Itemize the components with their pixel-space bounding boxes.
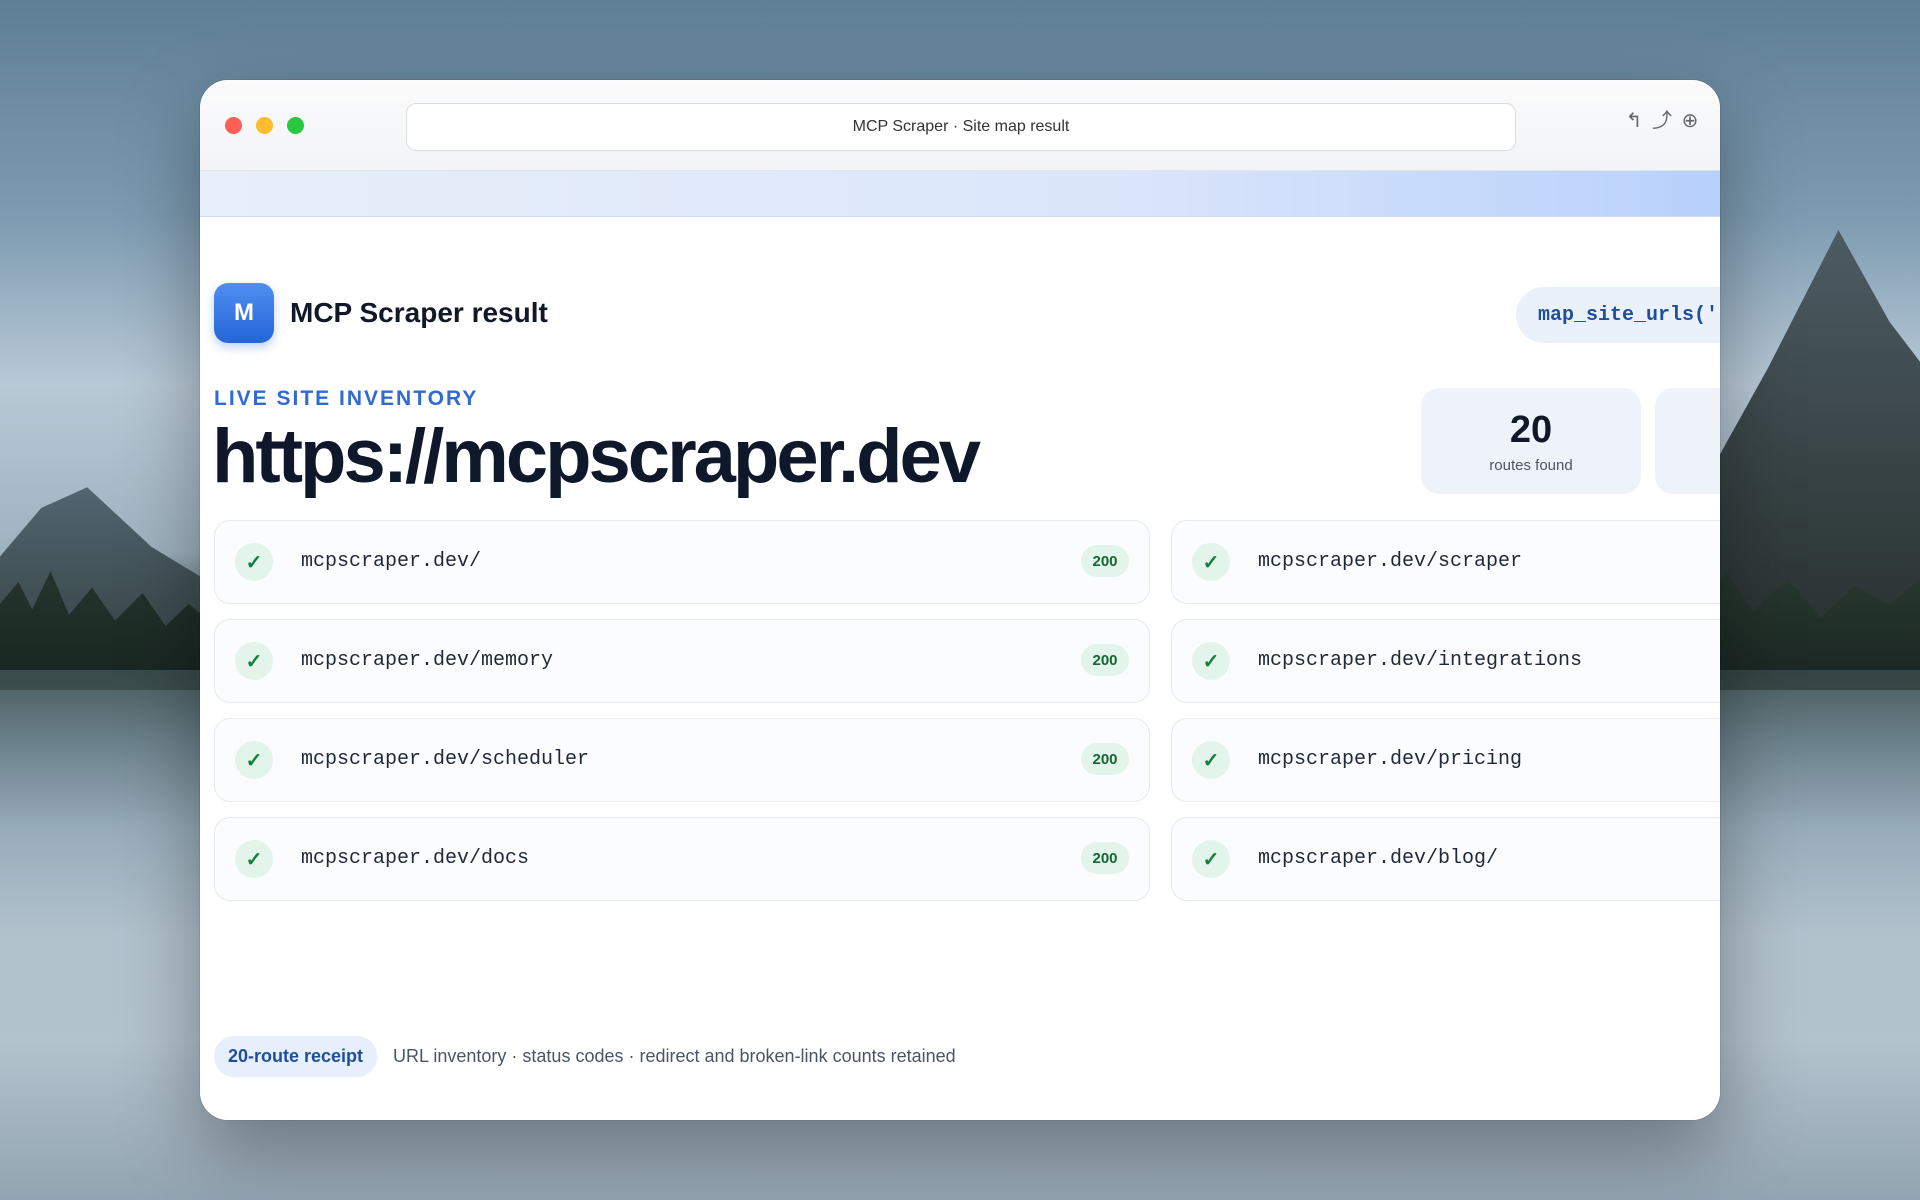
route-url: mcpscraper.dev/ <box>301 550 482 573</box>
browser-window: MCP Scraper · Site map result ↰ ⤴ ⊕ M MC… <box>200 80 1720 1120</box>
minimize-window-button[interactable] <box>256 117 273 134</box>
check-icon: ✓ <box>235 543 273 581</box>
share-icon[interactable]: ⤴ <box>1652 110 1672 132</box>
route-url: mcpscraper.dev/scheduler <box>301 748 590 771</box>
route-row[interactable]: ✓ mcpscraper.dev/memory 200 <box>214 619 1150 703</box>
toolbar-icons: ↰ ⤴ ⊕ <box>1624 110 1700 132</box>
zoom-window-button[interactable] <box>287 117 304 134</box>
receipt-description: URL inventory · status codes · redirect … <box>393 1046 956 1066</box>
check-icon: ✓ <box>235 642 273 680</box>
route-row[interactable]: ✓ mcpscraper.dev/scheduler 200 <box>214 718 1150 802</box>
check-icon: ✓ <box>1192 741 1230 779</box>
result-panel: M MCP Scraper result map_site_urls(' LIV… <box>200 217 1720 1120</box>
route-url: mcpscraper.dev/pricing <box>1258 748 1523 771</box>
route-url: mcpscraper.dev/docs <box>301 847 530 870</box>
route-row[interactable]: ✓ mcpscraper.dev/integrations <box>1171 619 1720 703</box>
stat-value: 20 <box>1509 408 1553 451</box>
stat-label: routes found <box>1489 456 1573 474</box>
stat-card-secondary <box>1655 388 1720 494</box>
window-titlebar: MCP Scraper · Site map result ↰ ⤴ ⊕ <box>200 80 1720 171</box>
receipt-badge: 20-route receipt <box>214 1036 378 1077</box>
status-badge: 200 <box>1081 644 1129 676</box>
status-badge: 200 <box>1081 545 1129 577</box>
header-accent-strip <box>200 171 1720 217</box>
back-icon[interactable]: ↰ <box>1624 110 1644 132</box>
check-icon: ✓ <box>1192 642 1230 680</box>
address-bar[interactable]: MCP Scraper · Site map result <box>406 103 1516 151</box>
route-row[interactable]: ✓ mcpscraper.dev/ 200 <box>214 520 1150 604</box>
check-icon: ✓ <box>1192 840 1230 878</box>
stat-card-routes: 20 routes found <box>1421 388 1641 494</box>
status-badge: 200 <box>1081 743 1129 775</box>
check-icon: ✓ <box>235 840 273 878</box>
page-title: MCP Scraper result <box>290 297 548 328</box>
route-row[interactable]: ✓ mcpscraper.dev/scraper <box>1171 520 1720 604</box>
route-url: mcpscraper.dev/scraper <box>1258 550 1523 573</box>
app-logo: M <box>214 283 274 343</box>
check-icon: ✓ <box>1192 543 1230 581</box>
window-title: MCP Scraper · Site map result <box>852 118 1070 135</box>
close-window-button[interactable] <box>225 117 242 134</box>
site-url-heading: https://mcpscraper.dev <box>212 414 981 499</box>
receipt-footer: 20-route receipt URL inventory · status … <box>214 1036 956 1077</box>
route-row[interactable]: ✓ mcpscraper.dev/blog/ <box>1171 817 1720 901</box>
check-icon: ✓ <box>235 741 273 779</box>
route-url: mcpscraper.dev/blog/ <box>1258 847 1499 870</box>
route-row[interactable]: ✓ mcpscraper.dev/pricing <box>1171 718 1720 802</box>
tool-call-pill: map_site_urls(' <box>1516 287 1720 343</box>
route-url: mcpscraper.dev/memory <box>301 649 554 672</box>
route-row[interactable]: ✓ mcpscraper.dev/docs 200 <box>214 817 1150 901</box>
route-url: mcpscraper.dev/integrations <box>1258 649 1583 672</box>
section-eyebrow: LIVE SITE INVENTORY <box>214 387 479 410</box>
globe-icon[interactable]: ⊕ <box>1680 110 1700 132</box>
brand: M MCP Scraper result <box>214 283 548 343</box>
status-badge: 200 <box>1081 842 1129 874</box>
